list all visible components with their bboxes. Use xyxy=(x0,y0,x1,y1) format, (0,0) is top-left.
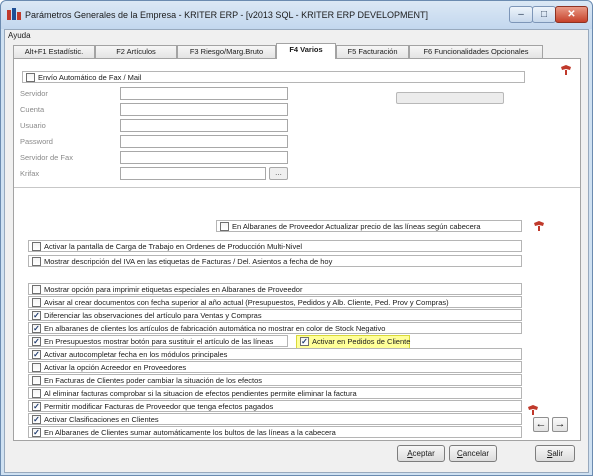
field-label-usuario: Usuario xyxy=(20,121,46,130)
option-label: Diferenciar las observaciones del artícu… xyxy=(44,311,262,320)
tab-strip: Alt+F1 Estadístic. F2 Artículos F3 Riesg… xyxy=(13,43,585,59)
option-checkbox[interactable] xyxy=(32,389,41,398)
exit-button[interactable]: Salir xyxy=(535,445,575,462)
close-button[interactable]: ✕ xyxy=(555,6,588,23)
tab-articulos[interactable]: F2 Artículos xyxy=(95,45,177,58)
fax-toggle-checkbox[interactable] xyxy=(26,73,35,82)
fax-status-field xyxy=(396,92,504,104)
option-label: Al eliminar facturas comprobar si la sit… xyxy=(44,389,357,398)
option-checkbox[interactable] xyxy=(32,376,41,385)
field-label-cuenta: Cuenta xyxy=(20,105,45,114)
client-area: Ayuda Alt+F1 Estadístic. F2 Artículos F3… xyxy=(4,29,589,473)
field-label-password: Password xyxy=(20,137,53,146)
accept-button[interactable]: Aceptar xyxy=(397,445,445,462)
cancel-button[interactable]: Cancelar xyxy=(449,445,497,462)
option-checkbox[interactable] xyxy=(32,257,41,266)
krifax-browse-button[interactable]: ... xyxy=(269,167,288,180)
menu-help[interactable]: Ayuda xyxy=(8,31,31,40)
option-label: En albaranes de clientes los artículos d… xyxy=(44,324,386,333)
minimize-button[interactable]: – xyxy=(509,6,533,23)
tab-panel-varios: Envío Automático de Fax / Mail Servidor … xyxy=(13,58,581,441)
field-label-servidor-fax: Servidor de Fax xyxy=(20,153,73,162)
option-checkbox[interactable]: ✓ xyxy=(32,337,41,346)
app-window: Parámetros Generales de la Empresa - KRI… xyxy=(0,0,593,476)
exit-label: alir xyxy=(552,449,563,458)
option-checkbox[interactable] xyxy=(32,363,41,372)
servidor-fax-input[interactable] xyxy=(120,151,288,164)
option-label: En Albaranes de Clientes sumar automátic… xyxy=(44,428,336,437)
albaranes-proveedor-label: En Albaranes de Proveedor Actualizar pre… xyxy=(232,222,481,231)
option-label: Activar autocompletar fecha en los módul… xyxy=(44,350,228,359)
next-arrow-button[interactable]: → xyxy=(552,417,568,432)
option-checkbox[interactable]: ✓ xyxy=(32,324,41,333)
pedidos-cliente-checkbox[interactable]: ✓ xyxy=(300,337,309,346)
tab-varios[interactable]: F4 Varios xyxy=(276,43,336,59)
kriter-app-icon xyxy=(7,8,21,20)
option-label: Mostrar opción para imprimir etiquetas e… xyxy=(44,285,303,294)
field-label-krifax: Krifax xyxy=(20,169,40,178)
section-separator xyxy=(14,187,580,188)
window-title: Parámetros Generales de la Empresa - KRI… xyxy=(25,10,428,20)
tab-facturacion[interactable]: F5 Facturación xyxy=(336,45,409,58)
tab-riesgo[interactable]: F3 Riesgo/Marg.Bruto xyxy=(177,45,276,58)
field-label-servidor: Servidor xyxy=(20,89,48,98)
option-label: Activar la opción Acreedor en Proveedore… xyxy=(44,363,187,372)
krifax-input[interactable] xyxy=(120,167,266,180)
option-checkbox[interactable] xyxy=(32,285,41,294)
option-label: Activar la pantalla de Carga de Trabajo … xyxy=(44,242,303,251)
cancel-label: ancelar xyxy=(462,449,490,458)
option-checkbox[interactable] xyxy=(32,242,41,251)
option-checkbox[interactable]: ✓ xyxy=(32,350,41,359)
option-checkbox[interactable]: ✓ xyxy=(32,311,41,320)
tab-funcionalidades[interactable]: F6 Funcionalidades Opcionales xyxy=(409,45,543,58)
albaranes-proveedor-checkbox[interactable] xyxy=(220,222,229,231)
servidor-input[interactable] xyxy=(120,87,288,100)
option-label: Mostrar descripción del IVA en las etiqu… xyxy=(44,257,333,266)
title-bar[interactable]: Parámetros Generales de la Empresa - KRI… xyxy=(1,1,592,29)
accept-label: ceptar xyxy=(412,449,435,458)
cuenta-input[interactable] xyxy=(120,103,288,116)
help-icon[interactable] xyxy=(526,404,540,416)
help-icon[interactable] xyxy=(559,64,573,76)
option-label: En Presupuestos mostrar botón para susti… xyxy=(44,337,274,346)
option-label: Activar Clasificaciones en Clientes xyxy=(44,415,159,424)
help-icon[interactable] xyxy=(532,220,546,232)
option-label: En Facturas de Clientes poder cambiar la… xyxy=(44,376,263,385)
option-checkbox[interactable]: ✓ xyxy=(32,402,41,411)
fax-toggle-label: Envío Automático de Fax / Mail xyxy=(38,73,142,82)
maximize-button[interactable]: □ xyxy=(532,6,556,23)
option-label: Permitir modificar Facturas de Proveedor… xyxy=(44,402,274,411)
option-label: Avisar al crear documentos con fecha sup… xyxy=(44,298,449,307)
previous-arrow-button[interactable]: ← xyxy=(533,417,549,432)
option-checkbox[interactable]: ✓ xyxy=(32,428,41,437)
option-checkbox[interactable]: ✓ xyxy=(32,415,41,424)
pedidos-cliente-label: Activar en Pedidos de Cliente xyxy=(312,337,411,346)
password-input[interactable] xyxy=(120,135,288,148)
tab-estadisticas[interactable]: Alt+F1 Estadístic. xyxy=(13,45,95,58)
option-checkbox[interactable] xyxy=(32,298,41,307)
usuario-input[interactable] xyxy=(120,119,288,132)
menu-bar: Ayuda xyxy=(5,30,588,43)
